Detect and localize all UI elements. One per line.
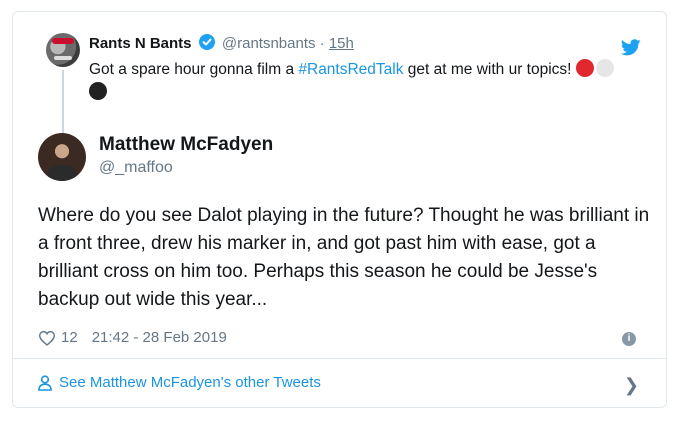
verified-badge-icon <box>198 34 215 50</box>
parent-tweet-time[interactable]: 15h <box>329 35 354 52</box>
footer-divider <box>13 358 666 359</box>
parent-text-start: Got a spare hour gonna film a <box>89 61 299 78</box>
see-other-tweets-link[interactable]: See Matthew McFadyen's other Tweets <box>38 374 321 391</box>
main-author-handle[interactable]: @_maffoo <box>99 159 173 177</box>
chevron-right-icon[interactable]: ❯ <box>624 375 639 396</box>
parent-author-handle[interactable]: @rantsnbants <box>222 35 316 52</box>
red-circle-emoji <box>575 59 594 77</box>
thread-line <box>62 70 64 134</box>
see-other-tweets-label: See Matthew McFadyen's other Tweets <box>59 374 321 391</box>
person-icon <box>38 374 52 391</box>
heart-icon[interactable] <box>38 330 56 346</box>
tweet-stats: 12 21:42 - 28 Feb 2019 <box>38 329 227 346</box>
parent-tweet-text: Got a spare hour gonna film a #RantsRedT… <box>89 58 619 104</box>
black-circle-emoji <box>89 82 107 100</box>
white-circle-emoji <box>595 59 614 77</box>
embedded-tweet-card: Rants N Bants @rantsnbants · 15h Got a s… <box>12 11 667 408</box>
tweet-timestamp[interactable]: 21:42 - 28 Feb 2019 <box>92 329 227 346</box>
main-author-avatar[interactable] <box>38 133 86 181</box>
main-author-name[interactable]: Matthew McFadyen <box>99 134 273 156</box>
info-icon[interactable]: i <box>622 332 636 346</box>
parent-avatar[interactable] <box>46 33 80 67</box>
parent-author-name[interactable]: Rants N Bants <box>89 35 192 52</box>
hashtag-link[interactable]: #RantsRedTalk <box>298 61 403 78</box>
like-count[interactable]: 12 <box>61 329 78 346</box>
parent-text-end: get at me with ur topics! <box>403 61 576 78</box>
parent-tweet-header: Rants N Bants @rantsnbants · 15h <box>89 34 354 54</box>
meta-separator: · <box>319 35 325 52</box>
twitter-bird-icon[interactable] <box>621 39 641 56</box>
main-tweet-text: Where do you see Dalot playing in the fu… <box>38 205 650 310</box>
